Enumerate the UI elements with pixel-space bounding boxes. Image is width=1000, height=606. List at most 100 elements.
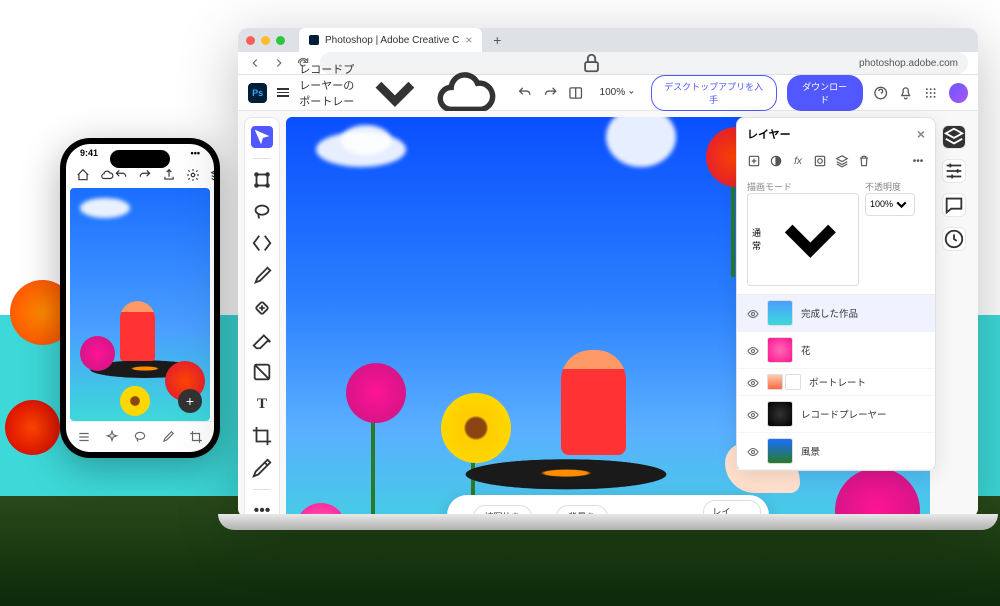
menu-icon[interactable] <box>277 88 289 97</box>
layer-item[interactable]: ポートレート <box>737 369 935 396</box>
lasso-tool[interactable] <box>133 430 147 444</box>
flower-graphic <box>441 393 511 463</box>
layer-list: 完成した作品 花 ポートレート レコードプレーヤー <box>737 294 935 470</box>
gradient-tool[interactable] <box>251 361 273 383</box>
heal-tool[interactable] <box>251 297 273 319</box>
tab-favicon <box>309 35 319 45</box>
user-avatar[interactable] <box>949 83 968 103</box>
phone-notch <box>110 150 170 168</box>
opacity-label: 不透明度 <box>865 180 925 193</box>
mask-icon[interactable] <box>769 154 783 168</box>
redo-button[interactable] <box>543 85 558 101</box>
phone-toolbar <box>66 421 214 452</box>
window-maximize-button[interactable] <box>276 36 285 45</box>
add-button[interactable]: + <box>178 389 202 413</box>
tab-close-icon[interactable]: × <box>465 33 472 47</box>
window-close-button[interactable] <box>246 36 255 45</box>
desktop-app-button[interactable]: デスクトップアプリを入手 <box>651 75 777 111</box>
visibility-toggle[interactable] <box>747 408 759 420</box>
transform-tool[interactable] <box>251 169 273 191</box>
brush-tool[interactable] <box>161 430 175 444</box>
adjustments-panel-button[interactable] <box>942 159 966 183</box>
panel-toggle-icon[interactable] <box>568 85 583 101</box>
browser-tab-strip: Photoshop | Adobe Creative C × + <box>238 28 978 52</box>
new-tab-button[interactable]: + <box>488 31 506 49</box>
layer-item[interactable]: 花 <box>737 332 935 369</box>
layer-name: 風景 <box>801 444 820 458</box>
layer-thumbnail <box>767 438 793 464</box>
eyedropper-tool[interactable] <box>251 457 273 479</box>
delete-icon[interactable] <box>857 154 871 168</box>
window-minimize-button[interactable] <box>261 36 270 45</box>
panel-close-button[interactable]: × <box>917 126 925 142</box>
retouch-tool[interactable] <box>105 430 119 444</box>
layer-item[interactable]: レコードプレーヤー <box>737 396 935 433</box>
adjustment-layer-icon[interactable] <box>813 154 827 168</box>
settings-icon[interactable] <box>186 168 200 182</box>
download-button[interactable]: ダウンロード <box>787 75 863 111</box>
panel-menu-icon[interactable]: ••• <box>911 154 925 168</box>
tab-title: Photoshop | Adobe Creative C <box>325 35 459 46</box>
phone-indicators: ••• <box>191 148 200 158</box>
flower-graphic <box>346 363 406 423</box>
undo-icon[interactable] <box>114 168 128 182</box>
lasso-tool[interactable] <box>251 201 273 223</box>
photoshop-logo[interactable]: Ps <box>248 83 267 103</box>
apps-icon[interactable] <box>923 85 938 101</box>
flower-graphic <box>835 468 920 518</box>
layers-icon[interactable] <box>210 168 214 182</box>
adjust-tool[interactable] <box>77 430 91 444</box>
layers-panel-button[interactable] <box>942 125 966 149</box>
fx-icon[interactable]: fx <box>791 154 805 168</box>
layer-name: 花 <box>801 343 811 357</box>
zoom-level[interactable]: 100% <box>594 85 641 100</box>
eraser-tool[interactable] <box>251 329 273 351</box>
visibility-toggle[interactable] <box>747 344 759 356</box>
crop-tool[interactable] <box>189 430 203 444</box>
record-graphic <box>457 459 676 489</box>
phone-canvas[interactable]: + <box>70 188 210 421</box>
layer-name: ポートレート <box>809 375 866 389</box>
laptop-base <box>218 514 998 530</box>
phone-time: 9:41 <box>80 148 98 158</box>
home-icon[interactable] <box>76 168 90 182</box>
layer-name: 完成した作品 <box>801 306 858 320</box>
visibility-toggle[interactable] <box>747 307 759 319</box>
back-button[interactable] <box>248 56 262 70</box>
person-graphic <box>561 350 626 455</box>
right-rail <box>936 117 972 518</box>
cloud-icon[interactable] <box>100 168 114 182</box>
share-icon[interactable] <box>162 168 176 182</box>
forward-button[interactable] <box>272 56 286 70</box>
move-tool[interactable] <box>251 126 273 148</box>
undo-button[interactable] <box>517 85 532 101</box>
layers-panel: レイヤー × fx ••• 描画モード 通常 <box>736 117 936 471</box>
blend-mode-select[interactable]: 通常 <box>747 193 859 286</box>
tool-sidebar: T ••• <box>244 117 280 518</box>
crop-tool[interactable] <box>251 425 273 447</box>
text-tool[interactable]: T <box>251 393 273 415</box>
add-layer-icon[interactable] <box>747 154 761 168</box>
visibility-toggle[interactable] <box>747 376 759 388</box>
quick-select-tool[interactable] <box>251 233 273 255</box>
group-icon[interactable] <box>835 154 849 168</box>
phone-mockup: 9:41 ••• + <box>60 138 220 458</box>
app-header: Ps レコードプレーヤーのポートレート 100% デスクトップアプリを入手 ダウ… <box>238 75 978 111</box>
blend-mode-label: 描画モード <box>747 180 859 193</box>
help-icon[interactable] <box>873 85 888 101</box>
url-text: photoshop.adobe.com <box>859 58 958 69</box>
background-flower <box>5 400 60 455</box>
browser-tab[interactable]: Photoshop | Adobe Creative C × <box>299 28 482 52</box>
redo-icon[interactable] <box>138 168 152 182</box>
brush-tool[interactable] <box>251 265 273 287</box>
visibility-toggle[interactable] <box>747 445 759 457</box>
layer-thumbnail <box>767 337 793 363</box>
comments-panel-button[interactable] <box>942 193 966 217</box>
browser-window: Photoshop | Adobe Creative C × + photosh… <box>238 28 978 518</box>
chevron-down-icon <box>628 89 635 96</box>
notification-icon[interactable] <box>898 85 913 101</box>
history-panel-button[interactable] <box>942 227 966 251</box>
layer-item[interactable]: 完成した作品 <box>737 295 935 332</box>
opacity-input[interactable]: 100% <box>865 193 915 216</box>
layer-item[interactable]: 風景 <box>737 433 935 470</box>
